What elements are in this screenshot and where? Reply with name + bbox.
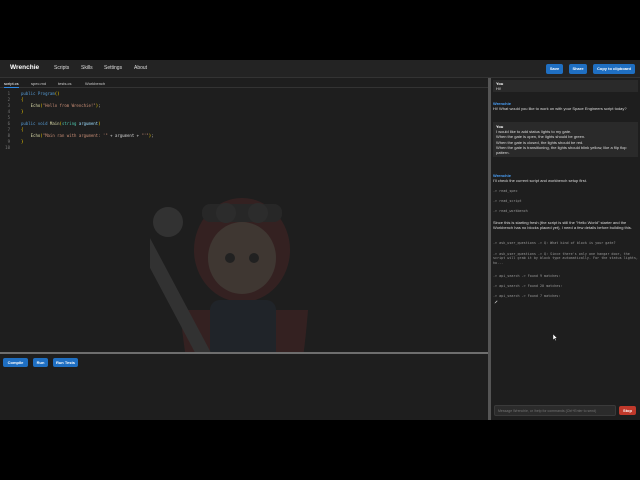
tab-tests[interactable]: tests.cs (58, 81, 72, 86)
mouse-cursor-icon (553, 334, 558, 341)
brand-logo[interactable]: Wrenchie (10, 64, 39, 71)
tool-call[interactable]: -> api_search -> Found 7 matches: (493, 294, 638, 298)
tool-call[interactable]: -> api_search -> Found 20 matches: (493, 284, 638, 288)
tool-call[interactable]: -> read_script (493, 199, 638, 203)
app-window: Wrenchie Scripts Skills Settings About S… (0, 60, 640, 420)
top-navbar: Wrenchie Scripts Skills Settings About S… (0, 60, 640, 78)
save-button[interactable]: Save (546, 64, 563, 74)
nav-settings[interactable]: Settings (104, 65, 122, 71)
line-number: 10 (5, 145, 10, 150)
message-text: I'll check the current script and workbe… (493, 178, 587, 184)
chat-message-assistant: Wrenchie I'll check the current script a… (493, 173, 638, 183)
copy-to-clipboard-button[interactable]: Copy to clipboard (593, 64, 635, 74)
compile-button[interactable]: Compile (3, 358, 28, 367)
nav-scripts[interactable]: Scripts (54, 65, 69, 71)
run-button[interactable]: Run (33, 358, 48, 367)
chat-message-assistant: Wrenchie Hi! What would you like to work… (493, 101, 638, 111)
message-line: When the gate is transitioning, the ligh… (496, 144, 627, 156)
chat-message-user: You I would like to add status lights to… (493, 122, 638, 158)
editor-tabs: script.cs spec.md tests.cs Workbench (0, 78, 488, 88)
chat-message-assistant-text: Since this is starting fresh (the script… (493, 220, 632, 231)
chat-input[interactable] (494, 405, 616, 416)
message-text: Hi! (496, 86, 501, 92)
tab-workbench[interactable]: Workbench (85, 81, 105, 86)
nav-about[interactable]: About (134, 65, 147, 71)
nav-skills[interactable]: Skills (81, 65, 93, 71)
share-button[interactable]: Share (569, 64, 587, 74)
stop-button[interactable]: Stop (619, 406, 636, 415)
run-tests-button[interactable]: Run Tests (53, 358, 78, 367)
tab-script[interactable]: script.cs (4, 81, 19, 88)
tool-call[interactable]: -> read_workbench (493, 209, 638, 213)
message-text: Hi! What would you like to work on with … (493, 106, 627, 112)
chat-message-user: You Hi! (493, 80, 638, 93)
mascot-watermark (150, 198, 308, 352)
tool-call[interactable]: -> read_spec (493, 189, 638, 193)
tool-call[interactable]: -> ask_user_questions -> Q: Since there'… (493, 252, 638, 265)
chat-panel: You Hi! Wrenchie Hi! What would you like… (491, 78, 640, 420)
tab-spec[interactable]: spec.md (31, 81, 46, 86)
tool-call[interactable]: -> ask_user_questions -> Q: What kind of… (493, 241, 638, 245)
pen-icon (494, 300, 498, 304)
code-editor[interactable]: 1 public Program() 2{3 Echo("Hello from Wr… (0, 88, 488, 352)
code-line[interactable]: 10 (0, 145, 488, 151)
output-panel: Compile Run Run Tests (0, 354, 488, 420)
tool-call[interactable]: -> api_search -> Found 9 matches: (493, 274, 638, 278)
